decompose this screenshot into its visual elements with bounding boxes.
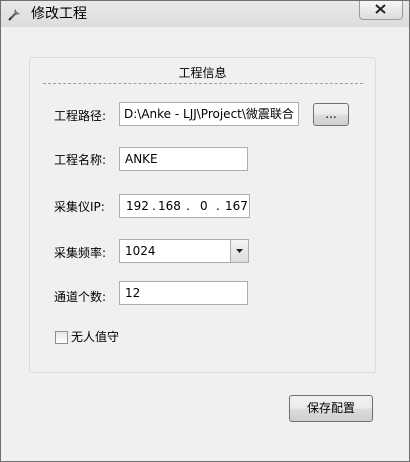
ip-dot-2: . xyxy=(186,199,190,213)
browse-button[interactable]: ... xyxy=(313,103,349,126)
name-label: 工程名称: xyxy=(54,153,107,167)
dialog-body: 工程信息 工程路径: D:\Anke - LJJ\Project\微震联合 ..… xyxy=(1,27,409,461)
ip-octet-4[interactable]: 167 xyxy=(225,195,248,217)
path-label: 工程路径: xyxy=(54,109,107,123)
window-title: 修改工程 xyxy=(31,6,87,22)
unattended-checkbox[interactable] xyxy=(55,331,68,344)
close-icon xyxy=(375,4,386,14)
path-field[interactable]: D:\Anke - LJJ\Project\微震联合 xyxy=(119,102,299,126)
frequency-label: 采集频率: xyxy=(54,246,107,260)
frequency-value: 1024 xyxy=(125,244,156,258)
frequency-select[interactable]: 1024 xyxy=(119,239,249,263)
ip-address-field[interactable]: 192 . 168 . 0 . 167 xyxy=(119,194,250,218)
ip-octet-3[interactable]: 0 xyxy=(200,195,208,217)
channels-label: 通道个数: xyxy=(54,290,107,304)
channels-field[interactable]: 12 xyxy=(119,281,248,305)
close-button[interactable] xyxy=(359,1,403,20)
title-bar[interactable]: 修改工程 xyxy=(1,1,409,27)
save-config-button[interactable]: 保存配置 xyxy=(289,395,373,422)
ip-dot-3: . xyxy=(216,199,220,213)
modify-project-window: 修改工程 工程信息 工程路径: D:\Anke - LJJ\Project\微震… xyxy=(0,0,410,462)
chevron-down-icon xyxy=(236,249,243,253)
dropdown-button[interactable] xyxy=(230,240,248,262)
ip-octet-2[interactable]: 168 xyxy=(158,195,181,217)
ip-label: 采集仪IP: xyxy=(54,200,105,214)
tools-icon xyxy=(7,6,23,22)
name-field[interactable]: ANKE xyxy=(119,147,248,171)
ip-octet-1[interactable]: 192 xyxy=(126,195,149,217)
unattended-label[interactable]: 无人值守 xyxy=(71,329,119,345)
group-divider xyxy=(43,83,363,84)
group-title: 工程信息 xyxy=(178,66,227,80)
ip-dot-1: . xyxy=(152,199,156,213)
